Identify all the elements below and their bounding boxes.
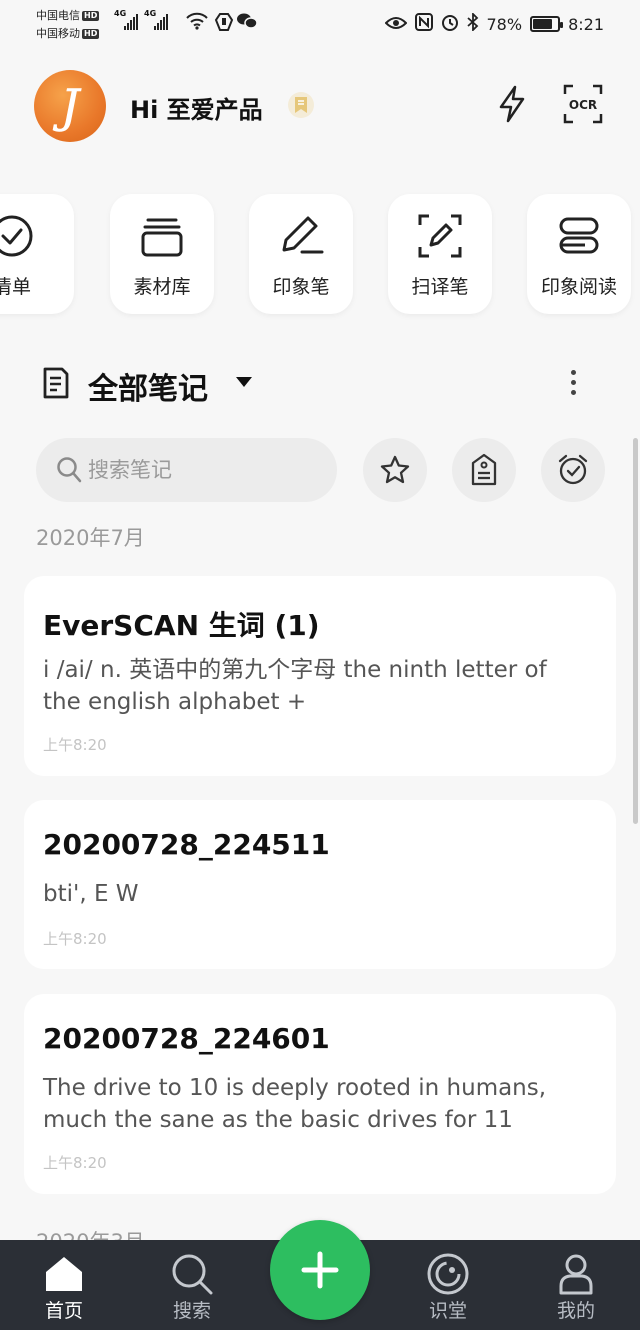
note-time: 上午8:20: [43, 930, 107, 948]
nav-profile[interactable]: 我的: [521, 1240, 631, 1330]
scrollbar[interactable]: [633, 438, 638, 824]
eye-icon: [384, 15, 407, 34]
carrier-info: 中国电信 HD 中国移动 HD: [36, 7, 100, 43]
learning-icon: [393, 1252, 503, 1296]
note-card[interactable]: EverSCAN 生词 (1) i /ai/ n. 英语中的第九个字母 the …: [24, 576, 616, 776]
greeting: Hi 至爱产品: [130, 96, 263, 124]
note-snippet: i /ai/ n. 英语中的第九个字母 the ninth letter of …: [43, 657, 547, 715]
shortcut-checklist[interactable]: 清单: [0, 194, 74, 314]
note-card[interactable]: 20200728_224601 The drive to 10 is deepl…: [24, 994, 616, 1194]
reading-icon: [527, 212, 631, 260]
tag-filter-button[interactable]: [452, 438, 516, 502]
alarm-icon: [441, 13, 459, 35]
lightning-button[interactable]: [490, 82, 534, 126]
notes-doc-icon: [42, 366, 70, 404]
note-time: 上午8:20: [43, 736, 107, 754]
shield-hand-icon: [214, 12, 234, 36]
nav-label: 首页: [44, 1300, 83, 1322]
battery-icon: [530, 16, 564, 32]
shortcut-label: 印象笔: [272, 276, 330, 298]
signal-icon: 4G: [114, 9, 138, 30]
reminder-filter-button[interactable]: [541, 438, 605, 502]
nav-label: 我的: [556, 1300, 595, 1322]
note-snippet: bti', E W: [43, 881, 139, 907]
wechat-icon: [236, 12, 258, 34]
nfc-icon: [414, 13, 433, 35]
bluetooth-icon: [466, 11, 479, 35]
chevron-down-icon[interactable]: [236, 377, 252, 387]
network-type: 4G: [144, 9, 157, 18]
avatar-letter: J: [53, 79, 82, 133]
month-header: 2020年7月: [36, 526, 145, 550]
carrier-2: 中国移动: [36, 27, 80, 40]
signal-icon: 4G: [144, 9, 168, 30]
nav-home[interactable]: 首页: [9, 1240, 119, 1330]
nav-search[interactable]: 搜索: [137, 1240, 247, 1330]
shortcut-material-library[interactable]: 素材库: [110, 194, 214, 314]
more-options-icon[interactable]: [556, 362, 590, 402]
wifi-icon: [186, 12, 208, 34]
hd-badge: HD: [82, 29, 100, 39]
nav-learning[interactable]: 识堂: [393, 1240, 503, 1330]
note-title: 20200728_224511: [43, 828, 330, 861]
scan-pen-icon: [388, 212, 492, 260]
shortcut-reading[interactable]: 印象阅读: [527, 194, 631, 314]
clock: 8:21: [568, 14, 604, 34]
network-type: 4G: [114, 9, 127, 18]
ocr-scan-button[interactable]: OCR: [561, 82, 605, 126]
profile-icon: [521, 1252, 631, 1296]
membership-badge-icon[interactable]: [288, 92, 314, 118]
nav-label: 搜索: [172, 1300, 211, 1322]
hd-badge: HD: [82, 11, 100, 21]
battery-percent: 78%: [486, 14, 523, 34]
search-bar[interactable]: [36, 438, 337, 502]
lightning-icon: [499, 85, 525, 123]
shortcut-pen[interactable]: 印象笔: [249, 194, 353, 314]
reminder-icon: [558, 454, 588, 485]
add-note-button[interactable]: [270, 1220, 370, 1320]
note-title: 20200728_224601: [43, 1022, 330, 1055]
material-library-icon: [110, 212, 214, 260]
search-icon: [137, 1252, 247, 1296]
shortcut-scan-pen[interactable]: 扫译笔: [388, 194, 492, 314]
shortcut-label: 清单: [0, 276, 31, 298]
checklist-icon: [0, 212, 74, 260]
avatar[interactable]: J: [34, 70, 106, 142]
favorites-filter-button[interactable]: [363, 438, 427, 502]
note-title: EverSCAN 生词 (1): [43, 609, 320, 642]
nav-label: 识堂: [428, 1300, 467, 1322]
star-icon: [380, 455, 410, 484]
note-card[interactable]: 20200728_224511 bti', E W 上午8:20: [24, 800, 616, 969]
search-input[interactable]: [88, 438, 328, 502]
carrier-1: 中国电信: [36, 9, 80, 22]
note-time: 上午8:20: [43, 1154, 107, 1172]
shortcut-label: 素材库: [133, 276, 191, 298]
plus-icon: [301, 1251, 339, 1289]
section-title[interactable]: 全部笔记: [88, 364, 208, 408]
home-icon: [9, 1252, 119, 1296]
note-snippet: The drive to 10 is deeply rooted in huma…: [43, 1075, 547, 1133]
ocr-scan-icon: OCR: [563, 84, 603, 124]
tag-icon: [471, 453, 497, 486]
search-icon: [56, 456, 82, 488]
status-bar: 中国电信 HD 中国移动 HD 4G 4G 78% 8:21: [0, 0, 640, 50]
shortcut-label: 扫译笔: [411, 276, 469, 298]
ocr-label: OCR: [569, 98, 597, 112]
pen-icon: [249, 212, 353, 260]
shortcut-label: 印象阅读: [540, 276, 617, 298]
